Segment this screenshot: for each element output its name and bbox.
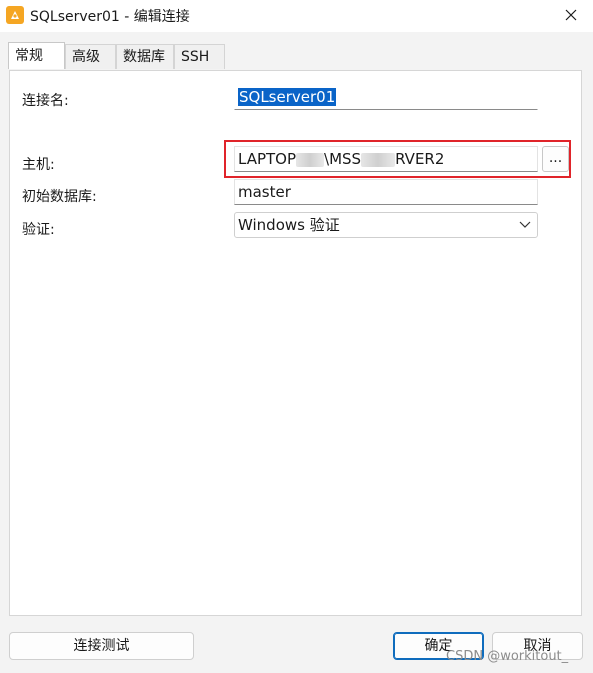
authentication-select[interactable]: Windows 验证	[234, 212, 538, 238]
redaction-mask	[296, 152, 325, 167]
chevron-down-icon	[519, 221, 531, 228]
title-bar: SQLserver01 - 编辑连接	[0, 0, 593, 32]
close-button[interactable]	[556, 2, 586, 28]
tab-advanced[interactable]: 高级	[65, 44, 116, 69]
app-icon	[6, 6, 24, 24]
connection-name-label: 连接名:	[22, 93, 69, 109]
host-value-part3: RVER2	[395, 150, 445, 168]
host-label: 主机:	[22, 157, 55, 173]
tab-database[interactable]: 数据库	[116, 44, 174, 69]
tab-general[interactable]: 常规	[8, 42, 65, 69]
connection-name-input[interactable]: SQLserver01	[234, 84, 538, 110]
close-icon	[565, 9, 577, 21]
edit-connection-window: SQLserver01 - 编辑连接 常规 高级 数据库 SSH 连接名: SQ…	[0, 0, 593, 673]
host-value-part1: LAPTOP	[238, 150, 297, 168]
tab-ssh[interactable]: SSH	[174, 44, 225, 69]
watermark: CSDN @workitout_	[446, 649, 569, 664]
redaction-mask	[361, 152, 396, 167]
initial-database-input[interactable]: master	[234, 179, 538, 205]
browse-button[interactable]: ...	[542, 146, 569, 172]
authentication-label: 验证:	[22, 222, 55, 238]
window-title: SQLserver01 - 编辑连接	[30, 9, 190, 25]
authentication-value: Windows 验证	[238, 216, 340, 234]
host-input[interactable]: LAPTOP \MSS RVER2	[234, 146, 538, 172]
test-connection-button[interactable]: 连接测试	[9, 632, 194, 660]
connection-name-value: SQLserver01	[238, 88, 337, 106]
host-value-part2: \MSS	[324, 150, 362, 168]
initial-database-label: 初始数据库:	[22, 189, 97, 205]
